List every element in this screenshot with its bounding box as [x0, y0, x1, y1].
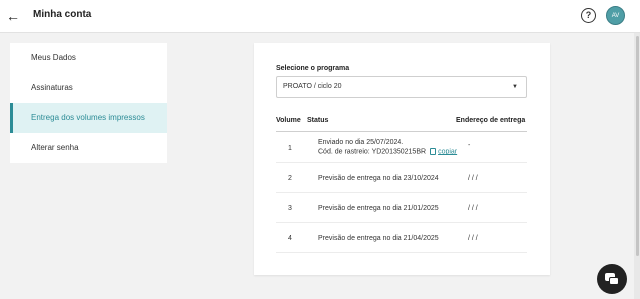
cell-status-line1: Enviado no dia 25/07/2024.	[318, 139, 404, 146]
cell-status: Previsão de entrega no dia 23/10/2024	[318, 175, 439, 182]
top-bar: ← Minha conta ? AV	[0, 0, 640, 33]
sidebar: Meus Dados Assinaturas Entrega dos volum…	[10, 43, 167, 163]
cell-status: Previsão de entrega no dia 21/04/2025	[318, 235, 439, 242]
cell-volume: 3	[288, 205, 292, 212]
cell-status-line2: Cód. de rastreio: YD201350215BR copiar	[318, 148, 457, 155]
program-label: Selecione o programa	[276, 65, 350, 72]
tracking-code: Cód. de rastreio: YD201350215BR	[318, 148, 427, 156]
sidebar-item-meus-dados[interactable]: Meus Dados	[10, 43, 167, 73]
header-address: Endereço de entrega	[456, 117, 526, 124]
scrollbar-thumb[interactable]	[636, 36, 639, 256]
program-select-value: PROATO / ciclo 20	[283, 83, 342, 90]
table-row: 1 Enviado no dia 25/07/2024. Cód. de ras…	[276, 133, 527, 163]
cell-volume: 1	[288, 145, 292, 152]
cell-status: Previsão de entrega no dia 21/01/2025	[318, 205, 439, 212]
help-icon[interactable]: ?	[581, 8, 596, 23]
chat-icon-bubble	[609, 277, 619, 285]
avatar[interactable]: AV	[606, 6, 625, 25]
sidebar-item-alterar-senha[interactable]: Alterar senha	[10, 133, 167, 163]
chevron-down-icon: ▼	[512, 84, 518, 90]
table-row: 3 Previsão de entrega no dia 21/01/2025 …	[276, 193, 527, 223]
page-title: Minha conta	[33, 9, 92, 20]
table-header: Volume Status Endereço de entrega	[276, 110, 527, 132]
sidebar-item-entrega[interactable]: Entrega dos volumes impressos	[10, 103, 167, 133]
sidebar-item-assinaturas[interactable]: Assinaturas	[10, 73, 167, 103]
arrow-left-icon[interactable]: ←	[6, 8, 20, 24]
program-select[interactable]: PROATO / ciclo 20 ▼	[276, 76, 527, 98]
copy-icon[interactable]	[430, 148, 437, 155]
cell-address: -	[468, 142, 471, 149]
delivery-card: Selecione o programa PROATO / ciclo 20 ▼…	[254, 43, 550, 275]
chat-button[interactable]	[597, 264, 627, 294]
cell-address: / / /	[468, 235, 478, 242]
cell-address: / / /	[468, 205, 478, 212]
copy-link[interactable]: copiar	[438, 148, 457, 155]
table-row: 2 Previsão de entrega no dia 23/10/2024 …	[276, 163, 527, 193]
cell-volume: 2	[288, 175, 292, 182]
header-status: Status	[307, 117, 329, 124]
table-row: 4 Previsão de entrega no dia 21/04/2025 …	[276, 223, 527, 253]
cell-volume: 4	[288, 235, 292, 242]
cell-address: / / /	[468, 175, 478, 182]
header-volume: Volume	[276, 117, 301, 124]
